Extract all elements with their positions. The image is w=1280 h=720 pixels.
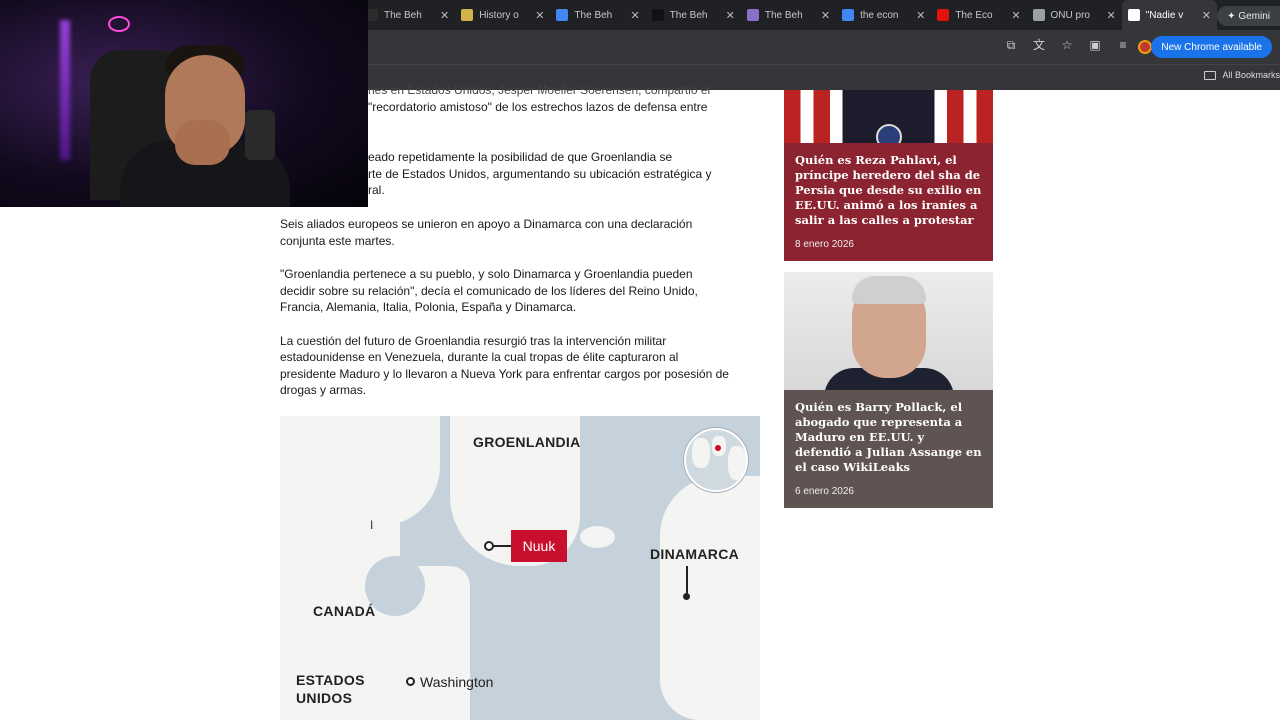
install-app-icon[interactable]: ⧉ bbox=[1004, 38, 1018, 52]
tab-favicon-icon bbox=[746, 9, 759, 21]
person-hand bbox=[175, 120, 230, 165]
close-tab-icon[interactable]: ✕ bbox=[630, 9, 639, 22]
microphone-icon bbox=[245, 110, 275, 160]
tab-title: The Beh bbox=[384, 9, 422, 21]
tab-favicon-icon bbox=[651, 9, 664, 21]
close-tab-icon[interactable]: ✕ bbox=[821, 9, 830, 22]
side-panel-icon[interactable]: ▣ bbox=[1088, 38, 1102, 52]
map-label-washington: Washington bbox=[420, 674, 494, 690]
story-headline[interactable]: Quién es Reza Pahlavi, el príncipe hered… bbox=[784, 143, 993, 228]
article-paragraph: Seis aliados europeos se unieron en apoy… bbox=[280, 217, 693, 248]
tab-favicon-icon bbox=[1032, 9, 1045, 21]
tab-strip: The Beh ✕ History o ✕ The Beh ✕ The Beh ✕ The Be… bbox=[360, 0, 1280, 30]
reading-list-icon[interactable]: ≡ bbox=[1116, 38, 1130, 52]
gemini-button[interactable]: ✦ Gemini bbox=[1217, 6, 1280, 26]
story-date: 8 enero 2026 bbox=[795, 239, 854, 250]
related-story-card[interactable]: Quién es Barry Pollack, el abogado que r… bbox=[784, 272, 993, 508]
profile-avatar-icon[interactable] bbox=[1138, 40, 1152, 54]
close-tab-icon[interactable]: ✕ bbox=[440, 9, 449, 22]
map-label-greenland: GROENLANDIA bbox=[473, 434, 581, 450]
tab-favicon-icon bbox=[842, 9, 855, 21]
tab-title: History o bbox=[479, 9, 519, 21]
neon-sign-icon bbox=[108, 16, 130, 32]
all-bookmarks-button[interactable]: All Bookmarks bbox=[1204, 70, 1280, 80]
close-tab-icon[interactable]: ✕ bbox=[1202, 9, 1211, 22]
story-thumbnail bbox=[784, 272, 993, 390]
tab-favicon-icon bbox=[461, 9, 474, 21]
folder-icon bbox=[1204, 70, 1217, 80]
denmark-marker bbox=[683, 593, 690, 600]
locator-globe-icon bbox=[684, 428, 748, 492]
bookmark-star-icon[interactable]: ☆ bbox=[1060, 38, 1074, 52]
text-cursor-icon: I bbox=[370, 518, 374, 532]
toolbar-icons: ⧉ 文 ☆ ▣ ≡ bbox=[1004, 38, 1130, 52]
browser-tab[interactable]: History o ✕ bbox=[455, 0, 550, 30]
tab-title: ONU pro bbox=[1050, 9, 1090, 21]
close-tab-icon[interactable]: ✕ bbox=[726, 9, 735, 22]
close-tab-icon[interactable]: ✕ bbox=[535, 9, 544, 22]
close-tab-icon[interactable]: ✕ bbox=[1011, 9, 1020, 22]
tab-favicon-icon bbox=[556, 9, 569, 21]
map-label-canada: CANADÁ bbox=[313, 603, 376, 619]
tab-title: The Beh bbox=[574, 9, 613, 21]
article-paragraph: "Groenlandia pertenece a su pueblo, y so… bbox=[280, 267, 698, 314]
close-tab-icon[interactable]: ✕ bbox=[1107, 9, 1116, 22]
seal-icon bbox=[876, 124, 902, 143]
neon-light bbox=[60, 20, 70, 160]
article-paragraph: La cuestión del futuro de Groenlandia re… bbox=[280, 333, 729, 398]
browser-tab[interactable]: The Beh ✕ bbox=[360, 0, 455, 30]
new-chrome-available-button[interactable]: New Chrome available bbox=[1151, 36, 1272, 58]
all-bookmarks-label: All Bookmarks bbox=[1222, 70, 1280, 80]
thumbnail-hair bbox=[852, 276, 926, 304]
article-text-line: eado repetidamente la posibilidad de que… bbox=[368, 150, 673, 164]
tab-title: The Eco bbox=[955, 9, 993, 21]
browser-toolbar: ⧉ 文 ☆ ▣ ≡ New Chrome available bbox=[360, 30, 1280, 64]
browser-tab[interactable]: The Eco ✕ bbox=[931, 0, 1026, 30]
article-text-line: rte de Estados Unidos, argumentando su u… bbox=[368, 167, 712, 181]
article-text-line: "recordatorio amistoso" de los estrechos… bbox=[368, 100, 708, 114]
close-tab-icon[interactable]: ✕ bbox=[916, 9, 925, 22]
tab-favicon-icon bbox=[1127, 9, 1140, 21]
map-label-nuuk: Nuuk bbox=[511, 530, 567, 562]
tab-title: "Nadie v bbox=[1145, 9, 1184, 21]
tab-title: The Beh bbox=[669, 9, 708, 21]
tab-favicon-icon bbox=[937, 9, 950, 21]
browser-tab[interactable]: the econ ✕ bbox=[836, 0, 931, 30]
article-text-line: nes en Estados Unidos, Jesper Moeller So… bbox=[368, 83, 711, 97]
washington-marker bbox=[406, 677, 415, 686]
story-thumbnail bbox=[784, 90, 993, 143]
tab-title: The Beh bbox=[764, 9, 803, 21]
map-land bbox=[660, 476, 760, 720]
article-text-line: ral. bbox=[368, 183, 385, 197]
map-land bbox=[580, 526, 615, 548]
map-label-usa: ESTADOS UNIDOS bbox=[296, 672, 365, 706]
browser-tab[interactable]: ONU pro ✕ bbox=[1027, 0, 1122, 30]
related-story-card[interactable]: Quién es Reza Pahlavi, el príncipe hered… bbox=[784, 90, 993, 261]
story-headline[interactable]: Quién es Barry Pollack, el abogado que r… bbox=[784, 390, 993, 475]
map-label-denmark: DINAMARCA bbox=[650, 546, 740, 562]
browser-tab[interactable]: "Nadie v ✕ bbox=[1121, 0, 1217, 30]
browser-tab[interactable]: The Beh ✕ bbox=[646, 0, 741, 30]
nuuk-connector bbox=[493, 545, 511, 547]
browser-tab[interactable]: The Beh ✕ bbox=[550, 0, 645, 30]
translate-icon[interactable]: 文 bbox=[1032, 38, 1046, 52]
browser-tab[interactable]: The Beh ✕ bbox=[741, 0, 836, 30]
story-date: 6 enero 2026 bbox=[795, 486, 854, 497]
denmark-connector bbox=[686, 566, 688, 596]
greenland-map: GROENLANDIA Nuuk DINAMARCA CANADÁ ESTADO… bbox=[280, 416, 760, 720]
tab-title: the econ bbox=[860, 9, 899, 21]
webcam-overlay bbox=[0, 0, 368, 207]
